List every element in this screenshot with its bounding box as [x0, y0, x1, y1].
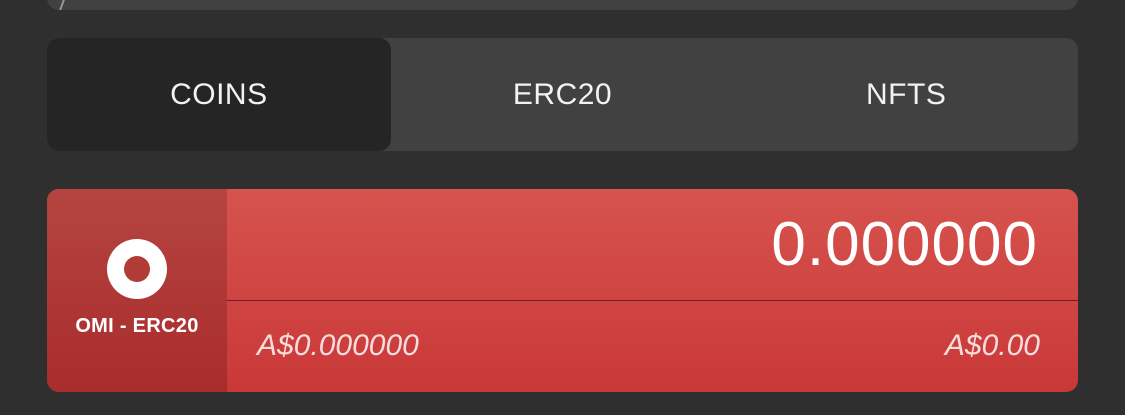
top-panel: [47, 0, 1078, 10]
asset-unit-price: A$0.000000: [257, 329, 419, 362]
asset-name: OMI - ERC20: [75, 315, 199, 337]
asset-total-value: A$0.00: [944, 329, 1040, 362]
tab-coins[interactable]: COINS: [47, 38, 391, 151]
asset-amount: 0.000000: [771, 210, 1038, 279]
asset-card[interactable]: OMI - ERC20 0.000000 A$0.000000 A$0.00: [47, 189, 1078, 392]
asset-card-identity: OMI - ERC20: [47, 189, 227, 392]
divider: [227, 300, 1078, 301]
top-panel-edge: [59, 0, 65, 10]
omi-ring-icon: [107, 239, 167, 299]
asset-card-values: 0.000000 A$0.000000 A$0.00: [227, 189, 1078, 392]
tab-nfts[interactable]: NFTS: [734, 38, 1078, 151]
asset-tabs: COINS ERC20 NFTS: [47, 38, 1078, 151]
tab-erc20[interactable]: ERC20: [391, 38, 735, 151]
